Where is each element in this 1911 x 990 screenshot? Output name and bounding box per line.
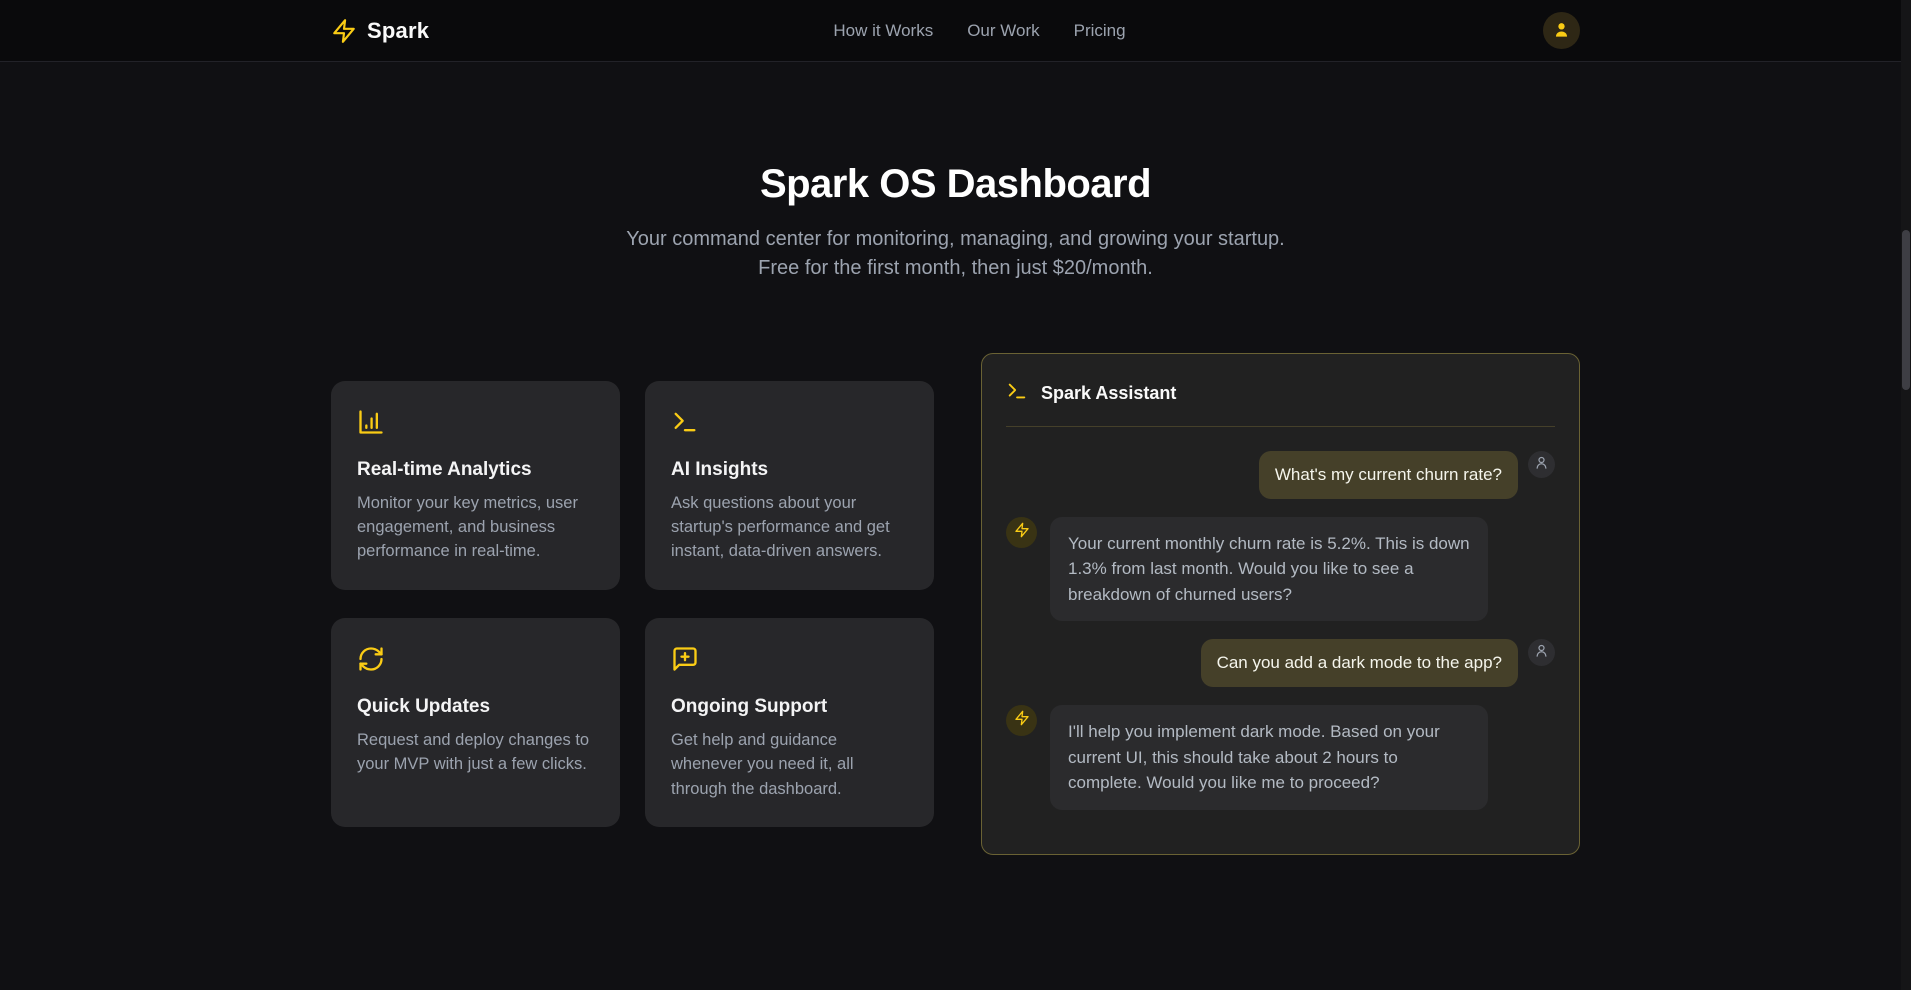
user-avatar: [1528, 451, 1555, 478]
assistant-panel-header: Spark Assistant: [1006, 380, 1555, 407]
chat-messages: What's my current churn rate? Your curre…: [1006, 451, 1555, 810]
chat-message-assistant: I'll help you implement dark mode. Based…: [1006, 705, 1555, 810]
spark-assistant-panel: Spark Assistant What's my current churn …: [981, 353, 1580, 855]
bar-chart-icon: [357, 408, 594, 436]
brand-name: Spark: [367, 18, 429, 44]
assistant-avatar: [1006, 517, 1037, 548]
zap-icon: [1014, 710, 1030, 731]
nav-how-it-works[interactable]: How it Works: [833, 21, 933, 41]
page-title: Spark OS Dashboard: [0, 162, 1911, 207]
refresh-icon: [357, 645, 594, 673]
main-nav: How it Works Our Work Pricing: [833, 21, 1125, 41]
feature-card-ongoing-support: Ongoing Support Get help and guidance wh…: [645, 618, 934, 827]
brand-logo[interactable]: Spark: [331, 18, 429, 44]
nav-pricing[interactable]: Pricing: [1074, 21, 1126, 41]
page-subtitle: Your command center for monitoring, mana…: [606, 225, 1306, 283]
feature-description: Request and deploy changes to your MVP w…: [357, 728, 594, 777]
assistant-message-bubble: I'll help you implement dark mode. Based…: [1050, 705, 1488, 810]
feature-description: Ask questions about your startup's perfo…: [671, 491, 908, 564]
assistant-message-bubble: Your current monthly churn rate is 5.2%.…: [1050, 517, 1488, 622]
feature-card-realtime-analytics: Real-time Analytics Monitor your key met…: [331, 381, 620, 590]
user-icon: [1552, 20, 1571, 42]
scrollbar-track: [1901, 0, 1911, 990]
user-message-bubble: Can you add a dark mode to the app?: [1201, 639, 1518, 687]
feature-title: Quick Updates: [357, 696, 594, 718]
feature-card-quick-updates: Quick Updates Request and deploy changes…: [331, 618, 620, 827]
chat-message-user: Can you add a dark mode to the app?: [1006, 639, 1555, 687]
feature-description: Monitor your key metrics, user engagemen…: [357, 491, 594, 564]
terminal-icon: [671, 408, 908, 436]
hero-section: Spark OS Dashboard Your command center f…: [0, 62, 1911, 283]
user-avatar: [1528, 639, 1555, 666]
chat-message-assistant: Your current monthly churn rate is 5.2%.…: [1006, 517, 1555, 622]
feature-description: Get help and guidance whenever you need …: [671, 728, 908, 801]
divider: [1006, 426, 1555, 427]
user-icon: [1534, 455, 1549, 475]
nav-our-work[interactable]: Our Work: [967, 21, 1039, 41]
chat-message-user: What's my current churn rate?: [1006, 451, 1555, 499]
features-grid: Real-time Analytics Monitor your key met…: [331, 381, 934, 827]
feature-card-ai-insights: AI Insights Ask questions about your sta…: [645, 381, 934, 590]
assistant-avatar: [1006, 705, 1037, 736]
user-avatar-button[interactable]: [1543, 12, 1580, 49]
top-navigation-bar: Spark How it Works Our Work Pricing: [0, 0, 1911, 62]
feature-title: Real-time Analytics: [357, 459, 594, 481]
zap-icon: [331, 18, 357, 44]
scrollbar-thumb[interactable]: [1902, 230, 1910, 390]
terminal-icon: [1006, 380, 1028, 407]
zap-icon: [1014, 522, 1030, 543]
assistant-panel-title: Spark Assistant: [1041, 383, 1176, 404]
user-icon: [1534, 643, 1549, 663]
feature-title: AI Insights: [671, 459, 908, 481]
message-square-plus-icon: [671, 645, 908, 673]
user-message-bubble: What's my current churn rate?: [1259, 451, 1518, 499]
feature-title: Ongoing Support: [671, 696, 908, 718]
main-content: Real-time Analytics Monitor your key met…: [331, 353, 1580, 855]
